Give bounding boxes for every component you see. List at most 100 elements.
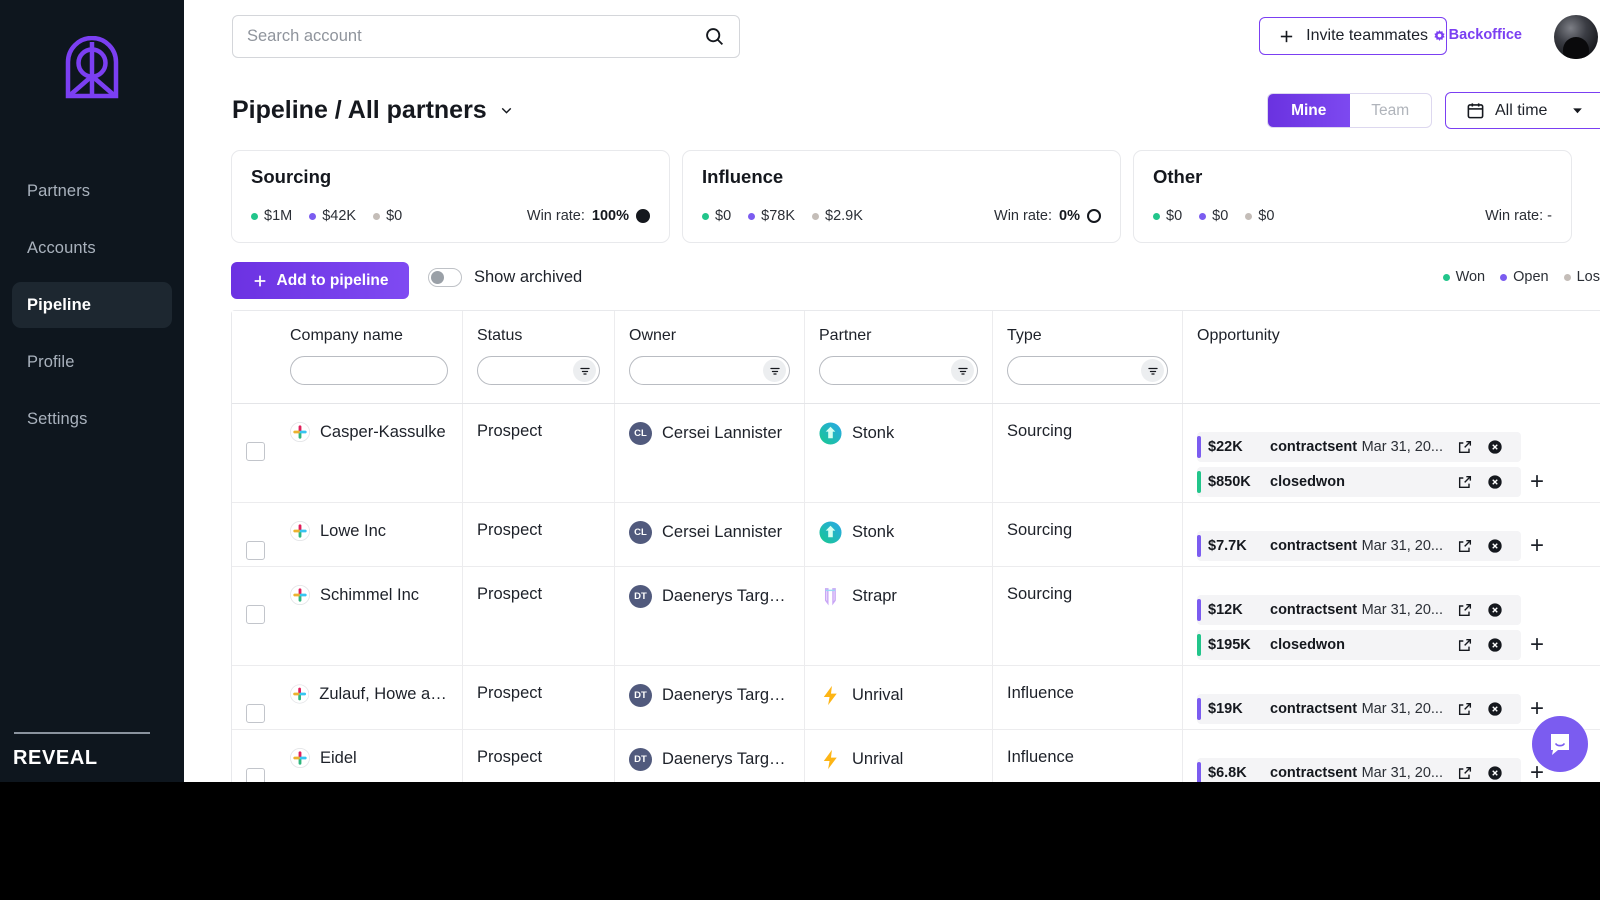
column-header-label: Type: [1007, 327, 1042, 344]
sidebar-item-label: Partners: [27, 181, 91, 200]
sidebar-item-settings[interactable]: Settings: [12, 396, 172, 442]
status-dot: [373, 212, 381, 220]
partner: Stonk: [819, 521, 978, 544]
remove-opportunity-button[interactable]: [1487, 474, 1503, 490]
strapr-logo-icon: [824, 588, 836, 606]
row-checkbox[interactable]: [246, 768, 265, 782]
remove-opportunity-button[interactable]: [1487, 538, 1503, 554]
sidebar-item-profile[interactable]: Profile: [12, 339, 172, 385]
open-opportunity-button[interactable]: [1457, 637, 1473, 653]
open-opportunity-button[interactable]: [1457, 538, 1473, 554]
opportunity-row: $19K contractsent Mar 31, 20... +: [1197, 694, 1600, 724]
owner-cell: DT Daenerys Targer...: [615, 567, 805, 665]
opportunity-chip[interactable]: $6.8K contractsent Mar 31, 20...: [1197, 758, 1521, 782]
filter-icon[interactable]: [573, 359, 596, 382]
backoffice-link[interactable]: Backoffice: [1433, 27, 1522, 43]
open-opportunity-button[interactable]: [1457, 701, 1473, 717]
status-cell: Prospect: [463, 567, 615, 665]
sidebar-item-pipeline[interactable]: Pipeline: [12, 282, 172, 328]
table-row[interactable]: Casper-Kassulke Prospect CL Cersei Lanni…: [232, 404, 1600, 503]
card-metrics: $0 $0 $0: [1153, 208, 1274, 224]
card-metric: $0: [373, 208, 402, 224]
sidebar-item-label: Accounts: [27, 238, 96, 257]
column-header-label: Company name: [290, 327, 403, 344]
scope-segmented-control[interactable]: Mine Team: [1267, 93, 1432, 128]
company-cell: Zulauf, Howe an...: [276, 666, 463, 729]
search-box[interactable]: [232, 15, 740, 58]
row-checkbox[interactable]: [246, 442, 265, 461]
user-avatar[interactable]: [1554, 15, 1598, 59]
filter-icon[interactable]: [951, 359, 974, 382]
invite-teammates-button[interactable]: Invite teammates: [1259, 17, 1447, 55]
toggle-switch[interactable]: [428, 268, 462, 287]
search-input[interactable]: [233, 27, 704, 46]
remove-opportunity-button[interactable]: [1487, 602, 1503, 618]
scope-option-mine[interactable]: Mine: [1268, 94, 1350, 127]
owner-cell: DT Daenerys Targer...: [615, 730, 805, 782]
search-icon[interactable]: [704, 26, 739, 47]
plus-icon: [254, 275, 265, 286]
type-cell: Influence: [993, 730, 1183, 782]
opportunity-chip[interactable]: $850K closedwon: [1197, 467, 1521, 497]
table-row[interactable]: Lowe Inc Prospect CL Cersei Lannister St…: [232, 503, 1600, 567]
opportunity-chip[interactable]: $22K contractsent Mar 31, 20...: [1197, 432, 1521, 462]
remove-opportunity-button[interactable]: [1487, 701, 1503, 717]
remove-opportunity-button[interactable]: [1487, 637, 1503, 653]
column-filter-input[interactable]: [477, 356, 600, 385]
add-to-pipeline-button[interactable]: Add to pipeline: [231, 262, 409, 299]
opportunity-chip[interactable]: $19K contractsent Mar 31, 20...: [1197, 694, 1521, 724]
sidebar-item-partners[interactable]: Partners: [12, 168, 172, 214]
open-opportunity-button[interactable]: [1457, 439, 1473, 455]
column-filter-input[interactable]: [1007, 356, 1168, 385]
column-filter-input[interactable]: [819, 356, 978, 385]
opportunity-amount: $6.8K: [1208, 765, 1247, 781]
add-opportunity-button[interactable]: +: [1530, 534, 1544, 558]
add-opportunity-button[interactable]: +: [1530, 633, 1544, 657]
column-filter-input[interactable]: [290, 356, 448, 385]
company-cell: Lowe Inc: [276, 503, 463, 566]
page-title[interactable]: Pipeline / All partners: [232, 96, 515, 125]
add-opportunity-button[interactable]: +: [1530, 470, 1544, 494]
filter-icon[interactable]: [1141, 359, 1164, 382]
table-row[interactable]: Schimmel Inc Prospect DT Daenerys Targer…: [232, 567, 1600, 666]
opportunity-stage: contractsent: [1270, 701, 1358, 717]
open-opportunity-button[interactable]: [1457, 474, 1473, 490]
opportunity-list: $12K contractsent Mar 31, 20... $195K cl…: [1197, 585, 1600, 660]
slack-logo-icon: [290, 748, 310, 768]
open-opportunity-button[interactable]: [1457, 765, 1473, 781]
remove-opportunity-button[interactable]: [1487, 439, 1503, 455]
card-metric: $42K: [309, 208, 356, 224]
show-archived-toggle[interactable]: Show archived: [428, 268, 582, 287]
remove-opportunity-button[interactable]: [1487, 765, 1503, 781]
status-dot: [1153, 212, 1160, 220]
add-opportunity-button[interactable]: +: [1530, 697, 1544, 721]
table-row[interactable]: Zulauf, Howe an... Prospect DT Daenerys …: [232, 666, 1600, 730]
opportunity-cell: $22K contractsent Mar 31, 20... $850K cl…: [1183, 404, 1600, 502]
legend-label: Los: [1576, 269, 1600, 285]
opportunity-chip[interactable]: $7.7K contractsent Mar 31, 20...: [1197, 531, 1521, 561]
card-metric-value: $0: [1258, 208, 1275, 224]
company-cell: Eidel: [276, 730, 463, 782]
column-header-owner: Owner: [615, 311, 805, 403]
table-row[interactable]: Eidel Prospect DT Daenerys Targer... Unr…: [232, 730, 1600, 782]
row-checkbox[interactable]: [246, 704, 265, 723]
row-checkbox[interactable]: [246, 541, 265, 560]
unrival-bolt-icon: [823, 685, 837, 706]
column-filter-input[interactable]: [629, 356, 790, 385]
partner-cell: Unrival: [805, 730, 993, 782]
filter-icon[interactable]: [763, 359, 786, 382]
date-range-button[interactable]: All time: [1445, 92, 1600, 129]
open-opportunity-button[interactable]: [1457, 602, 1473, 618]
opportunity-chip[interactable]: $12K contractsent Mar 31, 20...: [1197, 595, 1521, 625]
slack-logo-icon: [290, 521, 310, 541]
status-label: Prospect: [477, 748, 543, 766]
owner-avatar: DT: [629, 585, 652, 608]
opportunity-list: $22K contractsent Mar 31, 20... $850K cl…: [1197, 422, 1600, 497]
row-checkbox[interactable]: [246, 605, 265, 624]
scope-option-team[interactable]: Team: [1350, 94, 1432, 127]
partner: Unrival: [819, 684, 978, 707]
chat-launcher-button[interactable]: [1532, 716, 1588, 772]
opportunity-chip[interactable]: $195K closedwon: [1197, 630, 1521, 660]
sidebar-item-accounts[interactable]: Accounts: [12, 225, 172, 271]
partner-name-label: Stonk: [852, 424, 895, 442]
